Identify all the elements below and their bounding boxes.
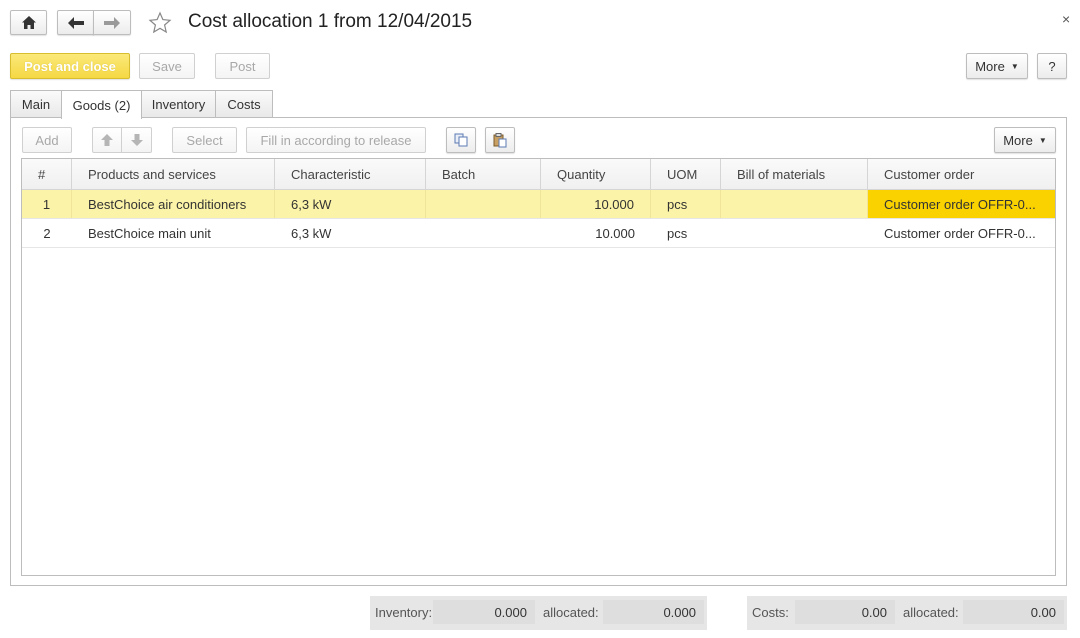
column-header-bill-of-materials[interactable]: Bill of materials (721, 159, 868, 190)
help-button[interactable]: ? (1037, 53, 1067, 79)
arrow-down-icon (130, 134, 143, 146)
customer-order-cell[interactable]: Customer order OFFR-0... (868, 190, 1055, 218)
customer-order-cell[interactable]: Customer order OFFR-0... (868, 219, 1055, 247)
characteristic-cell[interactable]: 6,3 kW (275, 219, 426, 247)
table-header: # Products and services Characteristic B… (22, 159, 1055, 190)
chevron-down-icon: ▼ (1010, 61, 1019, 71)
move-up-button[interactable] (92, 127, 122, 153)
save-button[interactable]: Save (139, 53, 195, 79)
column-header-number[interactable]: # (22, 159, 72, 190)
costs-label: Costs: (752, 605, 789, 620)
product-cell[interactable]: BestChoice air conditioners (72, 190, 275, 218)
column-header-products[interactable]: Products and services (72, 159, 275, 190)
inventory-value-field: 0.000 (433, 600, 535, 624)
more-menu-button[interactable]: More ▼ (966, 53, 1028, 79)
grid-more-menu-button[interactable]: More ▼ (994, 127, 1056, 153)
batch-cell[interactable] (426, 190, 541, 218)
costs-allocated-value-field: 0.00 (963, 600, 1064, 624)
table-row[interactable]: 2 BestChoice main unit 6,3 kW 10.000 pcs… (22, 219, 1055, 248)
column-header-characteristic[interactable]: Characteristic (275, 159, 426, 190)
inventory-allocated-value-field: 0.000 (603, 600, 704, 624)
post-button[interactable]: Post (215, 53, 270, 79)
move-down-button[interactable] (121, 127, 152, 153)
batch-cell[interactable] (426, 219, 541, 247)
column-header-quantity[interactable]: Quantity (541, 159, 651, 190)
tab-goods[interactable]: Goods (2) (61, 90, 142, 119)
close-icon[interactable]: × (1062, 11, 1070, 27)
row-number: 1 (22, 190, 72, 218)
goods-table: # Products and services Characteristic B… (21, 158, 1056, 576)
star-icon (148, 11, 172, 34)
arrow-right-icon (104, 16, 120, 29)
post-and-close-button[interactable]: Post and close (10, 53, 130, 79)
costs-value-field: 0.00 (795, 600, 895, 624)
page-title: Cost allocation 1 from 12/04/2015 (188, 11, 473, 32)
copy-button[interactable] (446, 127, 476, 153)
table-row[interactable]: 1 BestChoice air conditioners 6,3 kW 10.… (22, 190, 1055, 219)
home-icon (21, 16, 36, 29)
tab-inventory[interactable]: Inventory (141, 90, 216, 118)
select-button[interactable]: Select (172, 127, 237, 153)
uom-cell[interactable]: pcs (651, 219, 721, 247)
tab-costs[interactable]: Costs (215, 90, 273, 118)
characteristic-cell[interactable]: 6,3 kW (275, 190, 426, 218)
inventory-allocated-label: allocated: (543, 605, 599, 620)
chevron-down-icon: ▼ (1038, 135, 1047, 145)
favorite-star-button[interactable] (148, 11, 172, 35)
back-button[interactable] (57, 10, 94, 35)
arrow-left-icon (67, 16, 84, 29)
paste-button[interactable] (485, 127, 515, 153)
paste-icon (493, 132, 507, 147)
inventory-label: Inventory: (375, 605, 433, 620)
copy-icon (454, 133, 468, 147)
forward-button[interactable] (93, 10, 131, 35)
arrow-up-icon (101, 134, 113, 146)
quantity-cell[interactable]: 10.000 (541, 219, 651, 247)
column-header-customer-order[interactable]: Customer order (868, 159, 1055, 190)
bill-of-materials-cell[interactable] (721, 219, 868, 247)
quantity-cell[interactable]: 10.000 (541, 190, 651, 218)
column-header-batch[interactable]: Batch (426, 159, 541, 190)
more-label: More (975, 58, 1005, 74)
home-button[interactable] (10, 10, 47, 35)
column-header-uom[interactable]: UOM (651, 159, 721, 190)
tab-main[interactable]: Main (10, 90, 62, 118)
add-button[interactable]: Add (22, 127, 72, 153)
row-number: 2 (43, 225, 51, 241)
costs-allocated-label: allocated: (903, 605, 959, 620)
fill-in-according-to-release-button[interactable]: Fill in according to release (246, 127, 426, 153)
bill-of-materials-cell[interactable] (721, 190, 868, 218)
grid-more-label: More (1003, 132, 1033, 148)
product-cell[interactable]: BestChoice main unit (72, 219, 275, 247)
uom-cell[interactable]: pcs (651, 190, 721, 218)
